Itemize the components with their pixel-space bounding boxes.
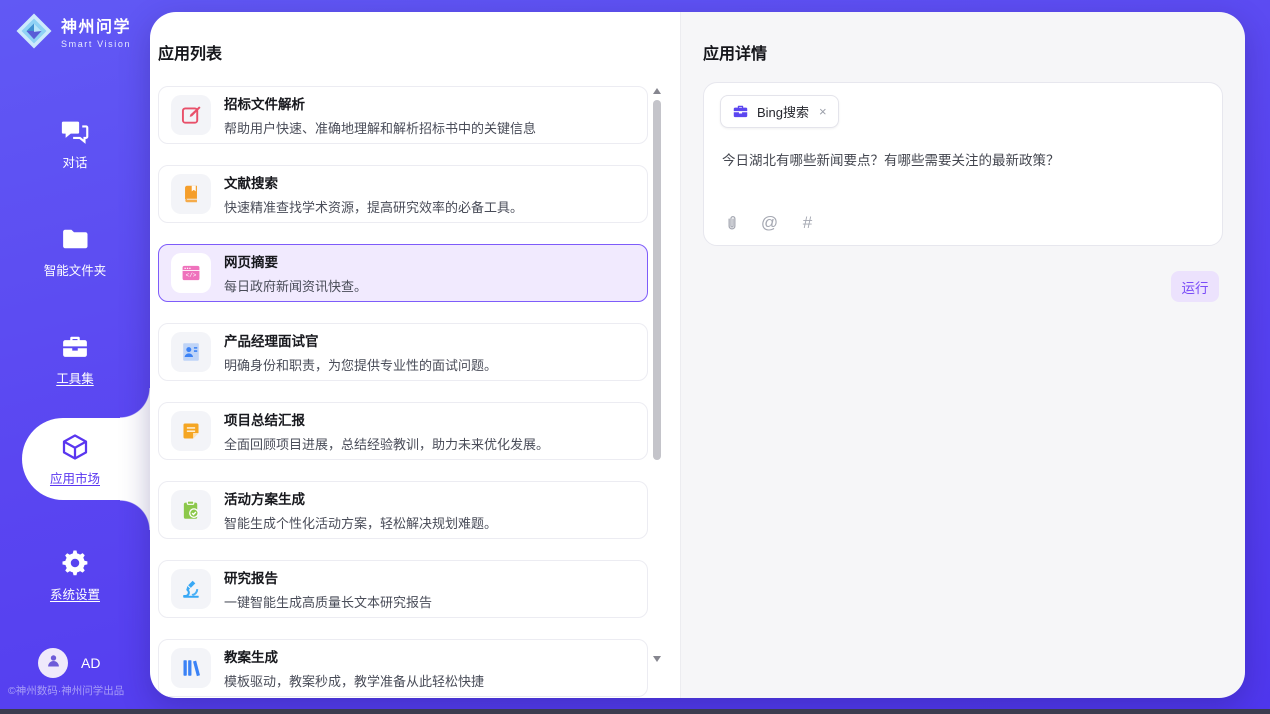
prompt-card: Bing搜索 × 今日湖北有哪些新闻要点？有哪些需要关注的最新政策？ @# [703,82,1223,246]
app-window: 神州问学 Smart Vision 对话 智能文件夹 工具集 应用市场 系统设置… [0,0,1270,714]
scrollbar[interactable] [652,86,662,664]
app-detail-pane: 应用详情 Bing搜索 × 今日湖北有哪些新闻要点？有哪些需要关注的最新政策？ … [680,12,1245,698]
at-icon[interactable]: @ [760,213,779,232]
scroll-up-arrow-icon[interactable] [653,88,661,94]
main-panel: 应用列表 招标文件解析 帮助用户快速、准确地理解和解析招标书中的关键信息 文献搜… [150,12,1245,698]
browser-code-icon: </> [180,262,202,284]
clipboard-check-icon [180,499,202,521]
app-icon-tile [171,648,211,688]
scrollbar-thumb[interactable] [653,100,661,460]
svg-text:</>: </> [186,272,197,279]
app-list: 招标文件解析 帮助用户快速、准确地理解和解析招标书中的关键信息 文献搜索 快速精… [158,86,648,698]
user-row[interactable]: AD [38,648,100,678]
tool-chip-label: Bing搜索 [757,102,809,121]
app-list-item-web-summary[interactable]: </> 网页摘要 每日政府新闻资讯快查。 [158,244,648,302]
sidebar: 神州问学 Smart Vision 对话 智能文件夹 工具集 应用市场 系统设置… [0,0,150,714]
app-list-title: 应用列表 [158,40,222,64]
app-icon-tile [171,332,211,372]
prompt-input[interactable]: 今日湖北有哪些新闻要点？有哪些需要关注的最新政策？ [722,151,1206,171]
hash-icon[interactable]: # [798,213,817,232]
avatar[interactable] [38,648,68,678]
app-detail-title: 应用详情 [703,40,767,64]
person-icon [44,651,63,675]
app-list-item-event-plan[interactable]: 活动方案生成 智能生成个性化活动方案，轻松解决规划难题。 [158,481,648,539]
briefcase-icon [732,103,749,120]
app-icon-tile [171,411,211,451]
app-list-item-pm-interviewer[interactable]: 产品经理面试官 明确身份和职责，为您提供专业性的面试问题。 [158,323,648,381]
nav-icon [60,432,90,462]
microscope-icon [180,578,202,600]
tool-chip-bing-search[interactable]: Bing搜索 × [720,95,839,128]
user-initials: AD [81,655,100,671]
app-list-item-bid-analysis[interactable]: 招标文件解析 帮助用户快速、准确地理解和解析招标书中的关键信息 [158,86,648,144]
pen-square-icon [180,104,202,126]
app-list-item-project-summary[interactable]: 项目总结汇报 全面回顾项目进展，总结经验教训，助力未来优化发展。 [158,402,648,460]
paperclip-icon[interactable] [722,213,741,232]
app-list-pane: 应用列表 招标文件解析 帮助用户快速、准确地理解和解析招标书中的关键信息 文献搜… [150,12,680,698]
nav-icon [60,224,90,254]
nav-icon [60,548,90,578]
scroll-down-arrow-icon[interactable] [653,656,661,662]
books-icon [180,657,202,679]
app-list-item-research-report[interactable]: 研究报告 一键智能生成高质量长文本研究报告 [158,560,648,618]
app-icon-tile [171,95,211,135]
sidebar-item-smart-folder[interactable]: 智能文件夹 [0,210,150,292]
close-icon[interactable]: × [819,104,827,119]
brand-name: 神州问学 [61,13,131,37]
sidebar-footer: ©神州数码·神州问学出品 [8,683,124,698]
diamond-logo-icon [14,11,54,51]
nav-icon [60,332,90,362]
app-icon-tile [171,490,211,530]
app-icon-tile [171,569,211,609]
sidebar-item-dialog[interactable]: 对话 [0,102,150,184]
bottom-edge-strip [0,709,1270,714]
sidebar-item-app-market[interactable]: 应用市场 [0,418,150,500]
book-icon [180,183,202,205]
app-icon-tile: </> [171,253,211,293]
nav-icon [60,116,90,146]
note-icon [180,420,202,442]
run-button[interactable]: 运行 [1171,271,1219,302]
sidebar-item-settings[interactable]: 系统设置 [0,534,150,616]
brand-logo: 神州问学 Smart Vision [14,11,131,51]
composer-toolbar: @# [722,213,817,232]
app-list-item-literature-search[interactable]: 文献搜索 快速精准查找学术资源，提高研究效率的必备工具。 [158,165,648,223]
interviewer-icon [180,341,202,363]
app-list-item-lesson-plan[interactable]: 教案生成 模板驱动，教案秒成，教学准备从此轻松快捷 [158,639,648,697]
brand-subtitle: Smart Vision [61,39,131,49]
app-icon-tile [171,174,211,214]
